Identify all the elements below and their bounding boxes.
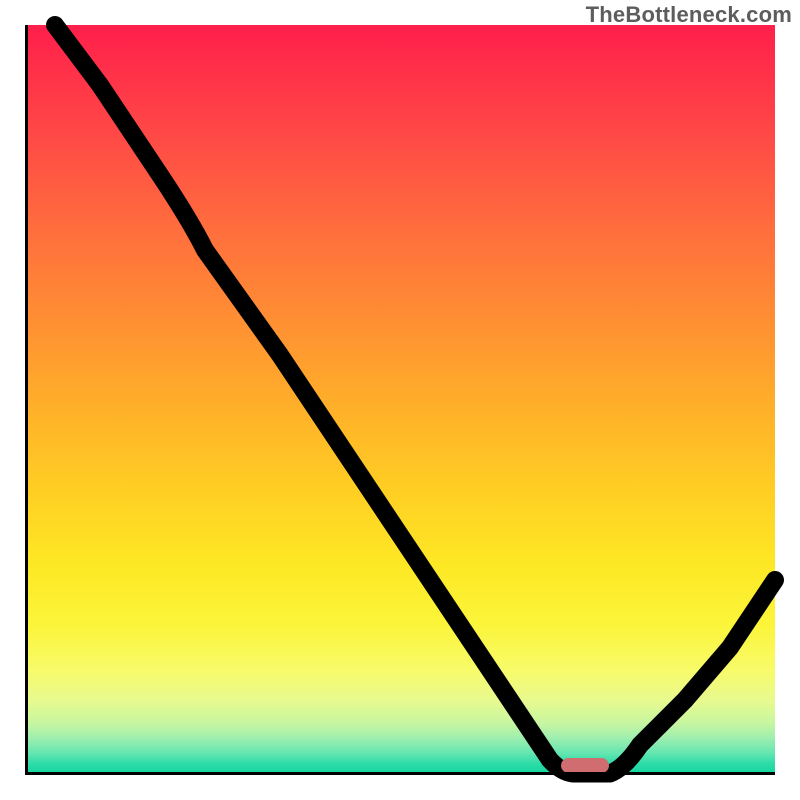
target-marker	[561, 758, 609, 773]
curve-line	[55, 25, 775, 774]
curve-svg	[25, 25, 775, 775]
